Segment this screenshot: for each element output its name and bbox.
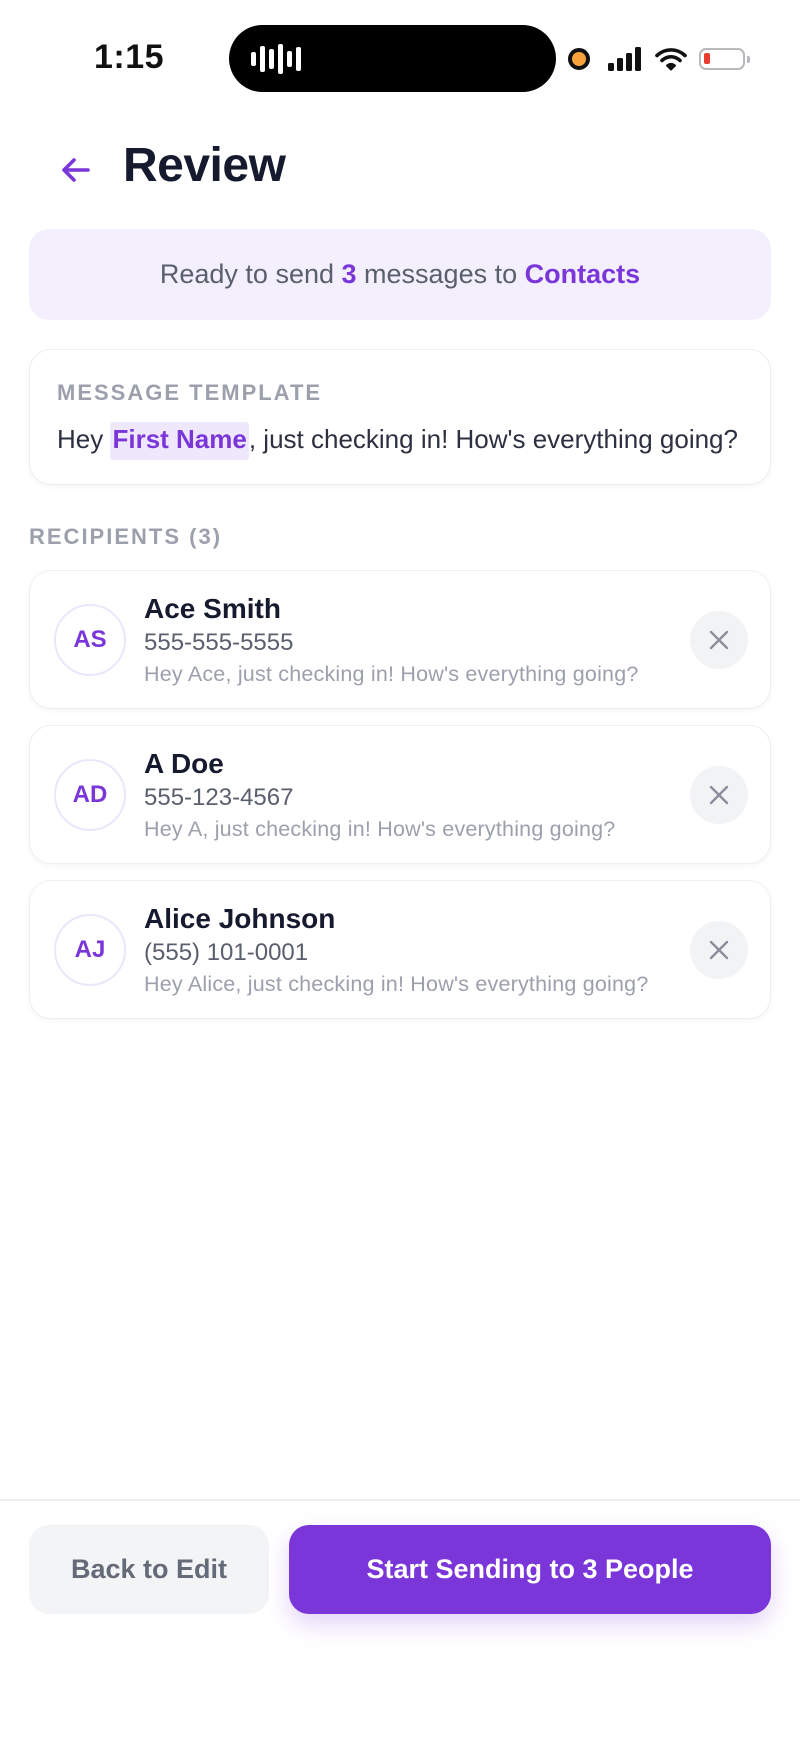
- remove-recipient-button[interactable]: [690, 921, 748, 979]
- message-template-text: Hey First Name, just checking in! How's …: [57, 422, 738, 460]
- wifi-icon: [655, 48, 687, 71]
- recipient-card: AD A Doe 555-123-4567 Hey A, just checki…: [29, 725, 771, 864]
- summary-banner: Ready to send 3 messages to Contacts: [29, 229, 771, 320]
- template-text-after: , just checking in! How's everything goi…: [248, 424, 738, 454]
- status-time: 1:15: [94, 38, 165, 76]
- message-template-label: MESSAGE TEMPLATE: [57, 380, 323, 405]
- header: Review: [0, 130, 800, 210]
- battery-level: [704, 53, 710, 64]
- recipient-card: AS Ace Smith 555-555-5555 Hey Ace, just …: [29, 570, 771, 709]
- template-text-before: Hey: [57, 424, 111, 454]
- summary-list-name: Contacts: [524, 259, 641, 289]
- close-icon: [709, 630, 729, 650]
- summary-count: 3: [341, 259, 357, 289]
- back-button[interactable]: [50, 144, 102, 196]
- recipient-name: Ace Smith: [144, 593, 281, 624]
- recipient-phone: (555) 101-0001: [144, 939, 309, 966]
- cellular-signal-icon: [608, 47, 641, 71]
- recipients-label: RECIPIENTS (3): [29, 524, 223, 549]
- back-to-edit-button[interactable]: Back to Edit: [29, 1525, 269, 1614]
- remove-recipient-button[interactable]: [690, 766, 748, 824]
- bottom-bar-divider: [0, 1499, 800, 1501]
- message-template-card: MESSAGE TEMPLATE Hey First Name, just ch…: [29, 349, 771, 485]
- close-icon: [709, 940, 729, 960]
- audio-waveform-icon: [251, 42, 301, 76]
- recipient-phone: 555-123-4567: [144, 784, 294, 811]
- recipient-message-preview: Hey Ace, just checking in! How's everyth…: [144, 662, 639, 686]
- recording-indicator-icon: [568, 48, 590, 70]
- start-sending-button[interactable]: Start Sending to 3 People: [289, 1525, 771, 1614]
- recipient-message-preview: Hey A, just checking in! How's everythin…: [144, 817, 616, 841]
- recipient-name: Alice Johnson: [144, 903, 336, 934]
- page-title: Review: [123, 139, 286, 192]
- arrow-left-icon: [62, 158, 90, 182]
- close-icon: [709, 785, 729, 805]
- remove-recipient-button[interactable]: [690, 611, 748, 669]
- recipient-name: A Doe: [144, 748, 224, 779]
- battery-icon: [699, 48, 750, 70]
- first-name-placeholder: First Name: [110, 422, 249, 460]
- recipient-message-preview: Hey Alice, just checking in! How's every…: [144, 972, 649, 996]
- status-bar: 1:15: [0, 0, 800, 110]
- status-icons: [568, 44, 750, 74]
- summary-middle: messages to: [356, 259, 525, 289]
- avatar: AD: [54, 759, 126, 831]
- dynamic-island: [229, 25, 556, 92]
- recipient-card: AJ Alice Johnson (555) 101-0001 Hey Alic…: [29, 880, 771, 1019]
- summary-prefix: Ready to send: [159, 259, 342, 289]
- avatar: AS: [54, 604, 126, 676]
- recipient-phone: 555-555-5555: [144, 629, 294, 656]
- avatar: AJ: [54, 914, 126, 986]
